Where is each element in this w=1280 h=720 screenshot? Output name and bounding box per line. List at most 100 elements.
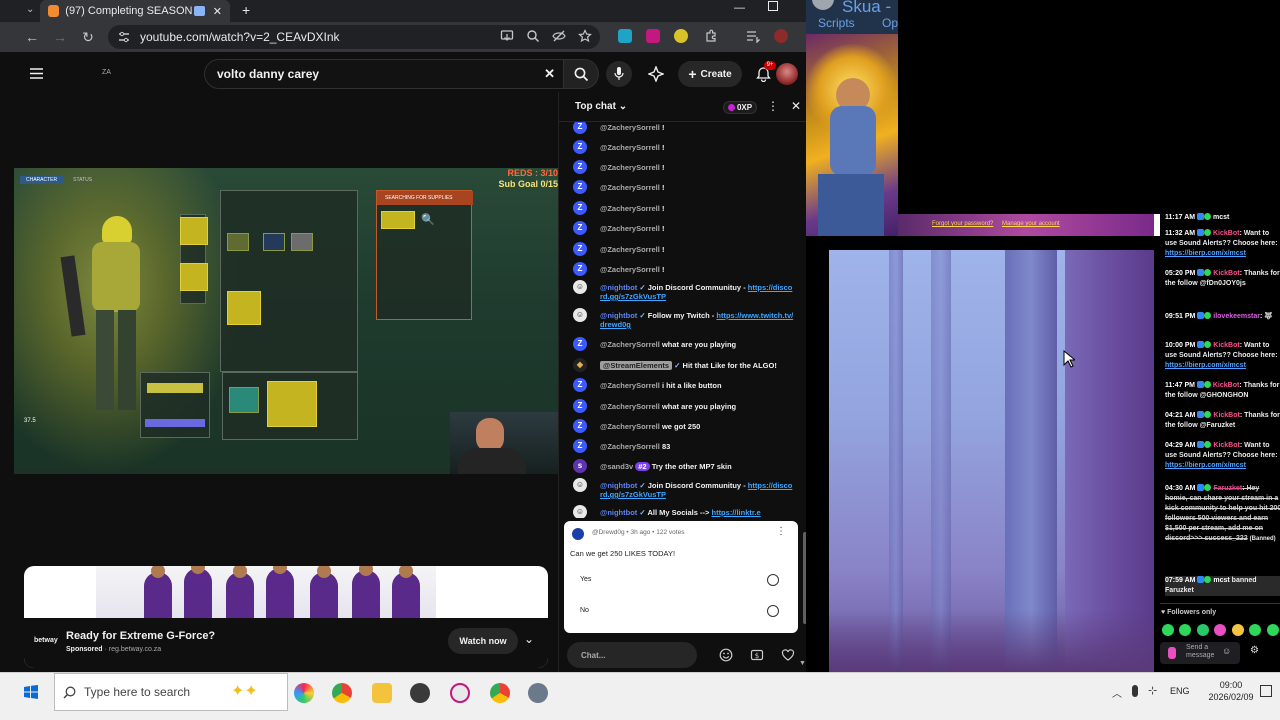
forest-stream-video[interactable] [829, 250, 1154, 672]
chat-avatar-icon[interactable]: Z [573, 160, 587, 174]
stream-chat-user[interactable]: KickBot [1213, 270, 1239, 277]
chat-avatar-icon[interactable]: Z [573, 221, 587, 235]
snipping-tool-icon[interactable] [450, 683, 470, 703]
chat-author[interactable]: @nightbot [600, 481, 637, 490]
chat-avatar-icon[interactable]: ☺ [573, 505, 587, 518]
poll-option-yes[interactable]: Yes [580, 576, 591, 583]
taskbar-search-box[interactable]: Type here to search ✦✦ [54, 673, 288, 711]
chat-author[interactable]: @nightbot [600, 508, 637, 517]
ad-title[interactable]: Ready for Extreme G-Force? [66, 630, 215, 642]
chat-avatar-icon[interactable]: Z [573, 201, 587, 215]
chat-author[interactable]: @ZacherySorrell [600, 442, 660, 451]
inventory-slot[interactable] [180, 263, 208, 291]
chat-avatar-icon[interactable]: Z [573, 378, 587, 392]
youtube-search-input[interactable]: volto danny carey ✕ [204, 59, 564, 89]
skua-menu-scripts[interactable]: Scripts [818, 16, 855, 30]
youtube-search-button[interactable] [563, 59, 599, 89]
chat-avatar-icon[interactable]: ☺ [573, 478, 587, 492]
stream-chat-user[interactable]: mcst [1213, 577, 1229, 584]
chat-avatar-icon[interactable]: s [573, 459, 587, 473]
chat-author[interactable]: @ZacherySorrell [600, 224, 660, 233]
windows-start-icon[interactable] [24, 685, 38, 699]
video-player[interactable]: CHARACTER STATUS SEARCHING FOR SUPPLIES … [14, 168, 558, 474]
chat-author[interactable]: @ZacherySorrell [600, 422, 660, 431]
copilot-app-icon[interactable] [294, 683, 314, 703]
menu-hamburger-icon[interactable] [30, 68, 43, 79]
extension-2-icon[interactable] [646, 29, 660, 43]
ai-sparkle-icon[interactable] [648, 66, 664, 82]
chat-author[interactable]: @ZacherySorrell [600, 402, 660, 411]
stream-chat-link[interactable]: https://bierp.com/x/mcst [1165, 250, 1246, 257]
chat-author[interactable]: @ZacherySorrell [600, 163, 660, 172]
account-avatar[interactable] [776, 63, 798, 85]
stream-chat-user[interactable]: Faruzket [1213, 485, 1242, 492]
chat-avatar-icon[interactable]: Z [573, 419, 587, 433]
stream-chat-user[interactable]: mcst [1213, 214, 1229, 221]
emote-icon[interactable] [1231, 624, 1244, 636]
chrome-app-icon[interactable] [332, 683, 352, 703]
tray-microphone-icon[interactable] [1132, 685, 1138, 697]
chat-scroll-down-icon[interactable]: ▼ [799, 660, 806, 667]
chat-author[interactable]: @ZacherySorrell [600, 265, 660, 274]
emote-icon[interactable] [1162, 624, 1174, 636]
chat-author[interactable]: @nightbot [600, 311, 637, 320]
inventory-slot[interactable] [267, 381, 317, 427]
emote-row[interactable] [1162, 623, 1280, 654]
forward-icon[interactable]: → [52, 29, 68, 45]
chat-avatar-icon[interactable]: ◆ [573, 358, 587, 372]
stream-chat-user[interactable]: ilovekeemstar [1213, 313, 1260, 320]
chat-scrollbar[interactable] [803, 532, 806, 624]
voice-search-button[interactable] [606, 61, 632, 87]
stream-chat-link[interactable]: https://bierp.com/x/mcst [1165, 362, 1246, 369]
super-chat-icon[interactable]: $ [750, 648, 764, 662]
new-tab-icon[interactable]: + [242, 2, 250, 18]
emote-icon[interactable] [1214, 624, 1227, 636]
chat-avatar-icon[interactable]: Z [573, 439, 587, 453]
chat-avatar-icon[interactable]: Z [573, 242, 587, 256]
chat-author[interactable]: @ZacherySorrell [600, 245, 660, 254]
skua-app-icon[interactable] [528, 683, 548, 703]
tray-chevron-up-icon[interactable]: ︿ [1112, 685, 1122, 700]
inventory-slot[interactable] [227, 291, 261, 325]
chat-avatar-icon[interactable]: Z [573, 122, 587, 134]
stream-chat-user[interactable]: KickBot [1213, 382, 1239, 389]
inventory-slot[interactable] [180, 217, 208, 245]
inventory-slot[interactable] [229, 387, 259, 413]
chat-author[interactable]: @ZacherySorrell [600, 204, 660, 213]
chat-author[interactable]: @StreamElements [600, 361, 673, 370]
emote-icon[interactable] [1249, 624, 1262, 636]
back-icon[interactable]: ← [24, 29, 40, 45]
send-message-input[interactable]: Send a message ☺ [1160, 642, 1240, 664]
inventory-slot[interactable] [263, 233, 285, 251]
minimize-icon[interactable]: — [734, 2, 745, 14]
reload-icon[interactable]: ↻ [80, 29, 96, 45]
poll-more-icon[interactable]: ⋮ [776, 526, 786, 537]
chat-author[interactable]: @sand3v [600, 462, 633, 471]
inventory-slot[interactable] [291, 233, 313, 251]
manage-account-link[interactable]: Manage your account [1002, 221, 1060, 227]
tab-close-icon[interactable]: ✕ [213, 5, 222, 18]
notification-center-icon[interactable] [1260, 685, 1272, 697]
emote-icon[interactable] [1179, 624, 1192, 636]
chat-avatar-icon[interactable]: Z [573, 180, 587, 194]
create-button[interactable]: + Create [678, 61, 742, 87]
clear-search-icon[interactable]: ✕ [544, 66, 555, 82]
chat-more-options-icon[interactable]: ⋮ [767, 99, 779, 113]
stream-chat-user[interactable]: KickBot [1213, 412, 1239, 419]
chat-avatar-icon[interactable]: Z [573, 337, 587, 351]
chat-author[interactable]: @ZacherySorrell [600, 381, 660, 390]
xp-badge[interactable]: 0XP [723, 101, 757, 114]
chat-author[interactable]: @ZacherySorrell [600, 143, 660, 152]
poll-option-no[interactable]: No [580, 607, 589, 614]
chat-author[interactable]: @ZacherySorrell [600, 340, 660, 349]
profile-avatar-icon[interactable] [774, 29, 788, 43]
heart-icon[interactable] [781, 648, 795, 662]
poll-radio-yes[interactable] [767, 574, 779, 586]
stream-chat-user[interactable]: KickBot [1213, 342, 1239, 349]
file-explorer-icon[interactable] [372, 683, 392, 703]
chat-avatar-icon[interactable]: Z [573, 262, 587, 276]
chat-avatar-icon[interactable]: Z [573, 140, 587, 154]
zoom-icon[interactable] [526, 29, 540, 43]
poll-radio-no[interactable] [767, 605, 779, 617]
install-app-icon[interactable] [500, 29, 514, 43]
